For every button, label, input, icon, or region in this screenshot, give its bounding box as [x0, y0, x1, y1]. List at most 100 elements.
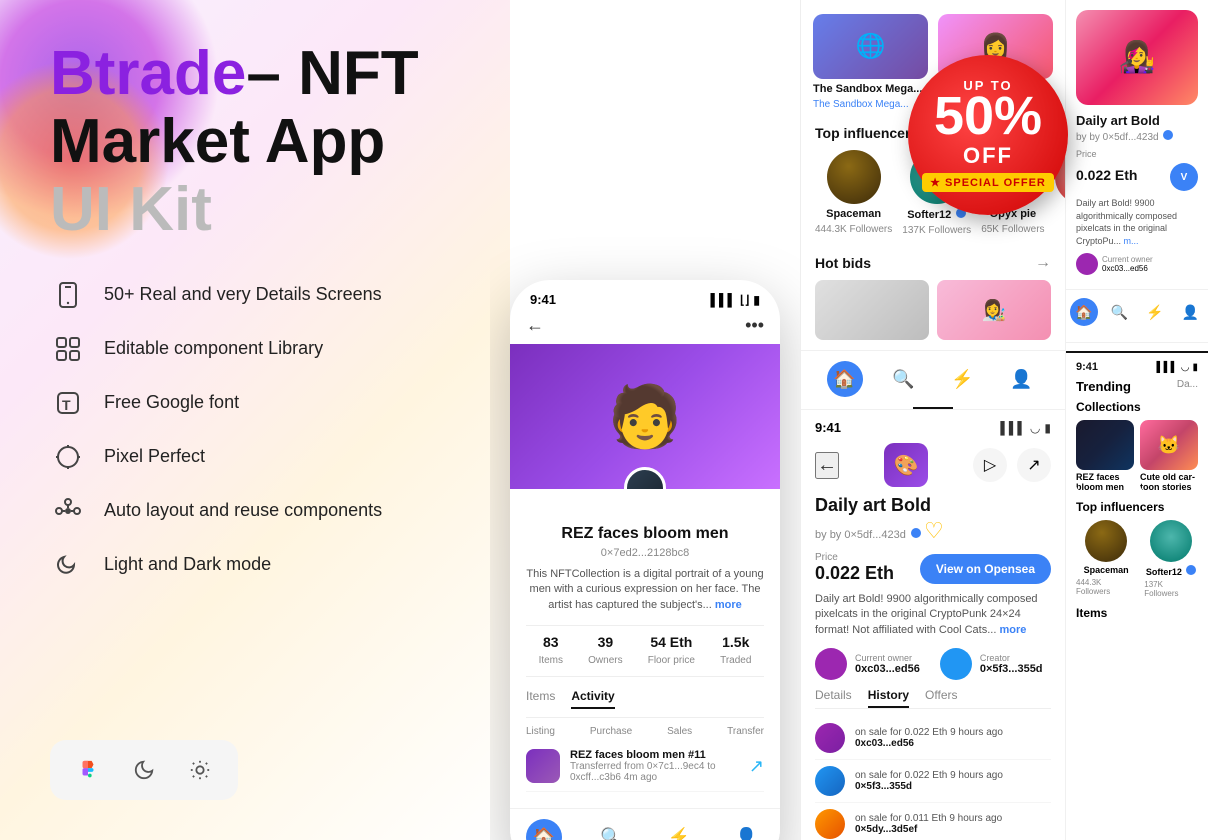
- history-addr-2: 0×5f3...355d: [855, 781, 912, 792]
- view-opensea-button[interactable]: View on Opensea: [920, 554, 1051, 584]
- title-line2: Market App UI Kit: [50, 108, 460, 244]
- phone-status-bar: 9:41 ▌▌▌ ⌊⌋ ▮: [510, 280, 780, 315]
- history-text-2: on sale for 0.022 Eth 9 hours ago 0×5f3.…: [855, 770, 1051, 792]
- figma-icon[interactable]: [70, 752, 106, 788]
- fr-coll-img-rez: [1076, 420, 1134, 470]
- fr-nav-search[interactable]: 🔍: [1105, 298, 1133, 326]
- fr-more-link[interactable]: m...: [1124, 236, 1139, 246]
- bid-thumb-2: 👩‍🎨: [937, 280, 1051, 340]
- mr-status-icons: ▌▌▌ ◡ ▮: [1000, 421, 1051, 435]
- activity-name: REZ faces bloom men #11: [570, 749, 739, 761]
- influencer-spaceman: Spaceman 444.3K Followers: [815, 150, 892, 236]
- stat-owners-num: 39: [588, 634, 622, 650]
- fr-inf-softer-followers: 137K Followers: [1144, 580, 1198, 598]
- mr-time: 9:41: [815, 420, 841, 435]
- price-label: Price: [815, 552, 894, 563]
- feature-screens: 50+ Real and very Details Screens: [50, 277, 460, 313]
- mr-header: ← 🎨 ▷ ↗: [815, 443, 1051, 487]
- bnav-profile[interactable]: 👤: [1004, 361, 1040, 397]
- nav-profile-button[interactable]: 👤: [728, 819, 764, 840]
- influencers-title: Top influencers: [815, 125, 918, 141]
- col-sales: Sales: [667, 726, 692, 737]
- dark-mode-icon[interactable]: [126, 752, 162, 788]
- fr-art-by: by by 0×5df...423d: [1076, 130, 1198, 143]
- nft-more-link[interactable]: more: [715, 599, 742, 611]
- nav-lightning-button[interactable]: ⚡: [661, 819, 697, 840]
- hot-bids-header: Hot bids →: [801, 246, 1065, 280]
- nft-description: This NFTCollection is a digital portrait…: [526, 567, 764, 613]
- tab-details[interactable]: Details: [815, 688, 852, 708]
- hot-bids-arrow[interactable]: →: [1035, 254, 1051, 272]
- history-text-1: on sale for 0.022 Eth 9 hours ago 0xc03.…: [855, 727, 1051, 749]
- fr-daily-art: 👩‍🎤 Daily art Bold by by 0×5df...423d Pr…: [1066, 0, 1208, 289]
- phone-nft-avatar: [624, 467, 666, 489]
- feature-font-text: Free Google font: [104, 392, 239, 413]
- fr-nav-lightning[interactable]: ⚡: [1141, 298, 1169, 326]
- feature-screens-text: 50+ Real and very Details Screens: [104, 284, 382, 305]
- current-owner-label: Current owner: [855, 653, 920, 663]
- title-uikit: UI Kit: [50, 175, 212, 244]
- influencer-spaceman-followers: 444.3K Followers: [815, 224, 892, 235]
- hot-bids-row: 👩‍🎨: [801, 280, 1065, 350]
- activity-sub: Transferred from 0×7c1...9ec4 to 0xcff..…: [570, 761, 739, 783]
- fr-owner-label: Current owner: [1102, 255, 1153, 264]
- phone-content: REZ faces bloom men 0×7ed2...2128bc8 Thi…: [510, 489, 780, 804]
- fr-coll-img-cartoon: 🐱: [1140, 420, 1198, 470]
- tab-activity[interactable]: Activity: [571, 689, 614, 709]
- tab-history[interactable]: History: [868, 688, 909, 708]
- activity-row: REZ faces bloom men #11 Transferred from…: [526, 741, 764, 792]
- light-mode-icon[interactable]: [182, 752, 218, 788]
- current-owner-info: Current owner 0xc03...ed56: [855, 653, 920, 675]
- battery-icon: ▮: [753, 293, 760, 307]
- stat-traded-label: Traded: [720, 655, 751, 666]
- fr-coll-rez: REZ faces bloom men: [1076, 420, 1134, 492]
- fr-view-button[interactable]: V: [1170, 163, 1198, 191]
- col-purchase: Purchase: [590, 726, 632, 737]
- stat-traded: 1.5k Traded: [720, 634, 751, 668]
- fr-inf-spaceman-avatar: [1085, 520, 1127, 562]
- fr-coll-title-rez: REZ faces bloom men: [1076, 472, 1134, 492]
- stat-floor-label: Floor price: [648, 655, 695, 666]
- fr-nft-image: 👩‍🎤: [1076, 10, 1198, 105]
- feature-pixel-text: Pixel Perfect: [104, 446, 205, 467]
- price-row: Price 0.022 Eth View on Opensea: [815, 552, 1051, 584]
- far-right-panel: 👩‍🎤 Daily art Bold by by 0×5df...423d Pr…: [1065, 0, 1208, 840]
- fr-inf-softer-avatar: [1150, 520, 1192, 562]
- share-button[interactable]: ↗: [1017, 448, 1051, 482]
- stat-traded-num: 1.5k: [720, 634, 751, 650]
- signal-icon: ▌▌▌: [711, 293, 737, 307]
- nav-search-button[interactable]: 🔍: [593, 819, 629, 840]
- stat-items-num: 83: [539, 634, 563, 650]
- owners-row: Current owner 0xc03...ed56 Creator 0×5f3…: [815, 648, 1051, 680]
- fr-inf-spaceman-name: Spaceman: [1084, 565, 1129, 575]
- stat-floor: 54 Eth Floor price: [648, 634, 695, 668]
- activity-thumb: [526, 749, 560, 783]
- fr-nav-profile[interactable]: 👤: [1176, 298, 1204, 326]
- fr-inf-spaceman-followers: 444.3K Followers: [1076, 578, 1136, 596]
- tab-offers[interactable]: Offers: [925, 688, 957, 708]
- feature-font: T Free Google font: [50, 385, 460, 421]
- feature-library-text: Editable component Library: [104, 338, 323, 359]
- stat-owners: 39 Owners: [588, 634, 622, 668]
- mr-action-buttons: ▷ ↗: [973, 448, 1051, 482]
- phone-device: 9:41 ▌▌▌ ⌊⌋ ▮ ← ••• 🧑 REZ faces bloom me…: [510, 280, 780, 840]
- fr-divider: [1066, 342, 1208, 343]
- mid-right-panel: 9:41 ▌▌▌ ◡ ▮ ← 🎨 ▷ ↗ Daily art Bold by b…: [801, 409, 1065, 840]
- fr-nav-home[interactable]: 🏠: [1070, 298, 1098, 326]
- bnav-home[interactable]: 🏠: [827, 361, 863, 397]
- sale-special: ★ SPECIAL OFFER: [922, 173, 1054, 192]
- back-button[interactable]: ←: [526, 315, 544, 336]
- fr-inf-spaceman: Spaceman 444.3K Followers: [1076, 520, 1136, 598]
- bnav-lightning[interactable]: ⚡: [945, 361, 981, 397]
- font-icon: T: [50, 385, 86, 421]
- menu-button[interactable]: •••: [745, 315, 764, 336]
- mr-back-button[interactable]: ←: [815, 452, 839, 479]
- daily-art-verified: [911, 528, 921, 538]
- tab-items[interactable]: Items: [526, 689, 555, 709]
- current-owner-addr: 0xc03...ed56: [855, 663, 920, 675]
- nav-home-button[interactable]: 🏠: [526, 819, 562, 840]
- bnav-search[interactable]: 🔍: [886, 361, 922, 397]
- stat-items-label: Items: [539, 655, 563, 666]
- play-button[interactable]: ▷: [973, 448, 1007, 482]
- art-more-link[interactable]: more: [999, 624, 1026, 636]
